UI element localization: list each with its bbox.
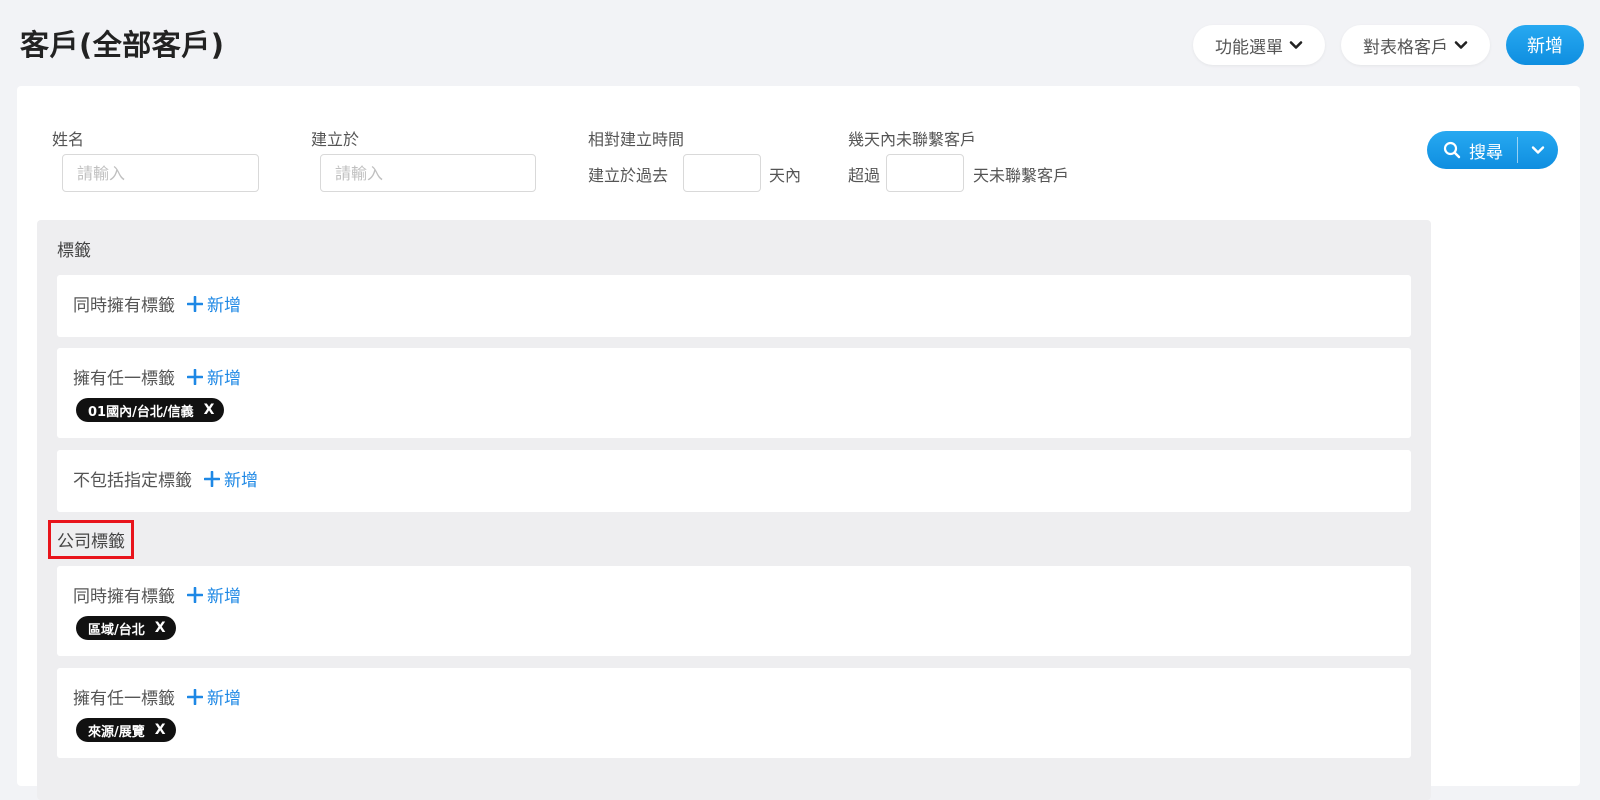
- tag-chip: 區域/台北 X: [76, 616, 176, 640]
- tag-row-label: 同時擁有標籤: [73, 587, 175, 607]
- search-button[interactable]: 搜尋: [1427, 131, 1517, 169]
- relative-days-input[interactable]: [683, 154, 761, 192]
- tag-row-head: 同時擁有標籤 新增: [73, 291, 241, 316]
- tag-chip-label: 區域/台北: [88, 622, 145, 638]
- tag-row-label: 同時擁有標籤: [73, 296, 175, 316]
- tag-row-head: 同時擁有標籤 新增: [73, 582, 241, 607]
- tag-row-all: 同時擁有標籤 新增: [57, 275, 1411, 337]
- plus-icon: [187, 586, 203, 603]
- add-tag-link[interactable]: 新增: [204, 466, 258, 491]
- search-button-group: 搜尋: [1427, 131, 1558, 169]
- search-dropdown-toggle[interactable]: [1518, 131, 1558, 169]
- add-tag-label: 新增: [207, 296, 241, 316]
- company-tag-row-all: 同時擁有標籤 新增 區域/台北 X: [57, 566, 1411, 656]
- plus-icon: [204, 470, 220, 487]
- tag-chip: 來源/展覽 X: [76, 718, 176, 742]
- chevron-down-icon: [1531, 146, 1545, 154]
- relative-created-suffix: 天內: [769, 166, 802, 185]
- tags-section-title: 標籤: [57, 241, 91, 261]
- company-tag-row-any: 擁有任一標籤 新增 來源/展覽 X: [57, 668, 1411, 758]
- add-tag-label: 新增: [207, 587, 241, 607]
- top-actions: 功能選單 對表格客戶 新增: [1193, 25, 1584, 65]
- tag-row-any: 擁有任一標籤 新增 01國內/台北/信義 X: [57, 348, 1411, 438]
- name-label: 姓名: [52, 130, 85, 149]
- name-input[interactable]: [62, 154, 259, 192]
- company-tags-section-title: 公司標籤: [48, 520, 134, 559]
- tag-chip-label: 來源/展覽: [88, 724, 145, 740]
- tag-row-head: 不包括指定標籤 新增: [73, 466, 258, 491]
- chevron-down-icon: [1454, 41, 1468, 49]
- no-contact-suffix: 天未聯繫客戶: [973, 166, 1070, 185]
- tag-filter-panel: 標籤 同時擁有標籤 新增 擁有任一標籤 新增 01國內/台北/信義 X 不包括指…: [37, 220, 1431, 800]
- add-tag-label: 新增: [207, 689, 241, 709]
- remove-tag-button[interactable]: X: [155, 620, 166, 636]
- created-at-input[interactable]: [320, 154, 536, 192]
- page-title: 客戶(全部客戶): [20, 28, 225, 62]
- tag-row-label: 不包括指定標籤: [73, 471, 192, 491]
- search-label: 搜尋: [1469, 142, 1503, 163]
- chevron-down-icon: [1289, 41, 1303, 49]
- add-tag-link[interactable]: 新增: [187, 364, 241, 389]
- tag-chip-label: 01國內/台北/信義: [88, 404, 194, 420]
- tag-row-label: 擁有任一標籤: [73, 689, 175, 709]
- add-tag-label: 新增: [207, 369, 241, 389]
- no-contact-label: 幾天內未聯繫客戶: [848, 130, 977, 149]
- plus-icon: [187, 368, 203, 385]
- plus-icon: [187, 295, 203, 312]
- add-tag-label: 新增: [224, 471, 258, 491]
- created-at-label: 建立於: [311, 130, 360, 149]
- add-customer-button[interactable]: 新增: [1506, 25, 1584, 65]
- tag-row-head: 擁有任一標籤 新增: [73, 684, 241, 709]
- add-tag-link[interactable]: 新增: [187, 582, 241, 607]
- remove-tag-button[interactable]: X: [155, 722, 166, 738]
- plus-icon: [187, 688, 203, 705]
- add-tag-link[interactable]: 新增: [187, 684, 241, 709]
- function-menu-label: 功能選單: [1215, 37, 1283, 58]
- tag-row-exclude: 不包括指定標籤 新增: [57, 450, 1411, 512]
- filter-card: 姓名 建立於 相對建立時間 建立於過去 天內 幾天內未聯繫客戶 超過 天未聯繫客…: [17, 86, 1580, 800]
- table-customers-button[interactable]: 對表格客戶: [1341, 25, 1490, 65]
- top-bar: 客戶(全部客戶) 功能選單 對表格客戶 新增: [0, 0, 1600, 86]
- relative-created-prefix: 建立於過去: [588, 166, 669, 185]
- no-contact-prefix: 超過: [848, 166, 881, 185]
- table-customers-label: 對表格客戶: [1363, 37, 1448, 58]
- no-contact-days-input[interactable]: [886, 154, 964, 192]
- search-icon: [1443, 141, 1461, 159]
- tag-row-label: 擁有任一標籤: [73, 369, 175, 389]
- tag-row-head: 擁有任一標籤 新增: [73, 364, 241, 389]
- remove-tag-button[interactable]: X: [204, 402, 215, 418]
- add-tag-link[interactable]: 新增: [187, 291, 241, 316]
- relative-created-label: 相對建立時間: [588, 130, 685, 149]
- function-menu-button[interactable]: 功能選單: [1193, 25, 1325, 65]
- tag-chip: 01國內/台北/信義 X: [76, 398, 225, 422]
